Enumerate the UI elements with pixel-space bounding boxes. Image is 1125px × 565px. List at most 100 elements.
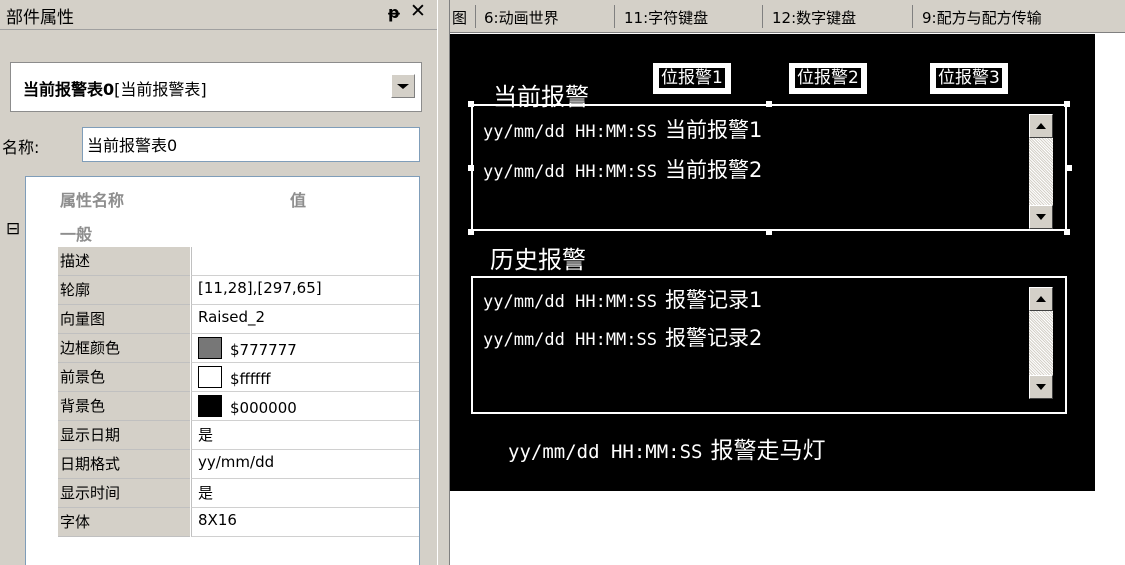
selection-handle[interactable] <box>468 229 474 235</box>
property-row[interactable]: 字体 8X16 <box>58 508 419 537</box>
tab-animation-world[interactable]: 6:动画世界 <box>484 7 559 28</box>
color-value: $777777 <box>230 341 297 359</box>
alarm-time: yy/mm/dd HH:MM:SS <box>483 122 657 142</box>
property-name: 描述 <box>58 247 190 276</box>
history-alarm-row[interactable]: yy/mm/dd HH:MM:SS 报警记录1 <box>483 284 762 314</box>
bit-alarm-label-2: 位报警2 <box>795 68 861 88</box>
bit-alarm-button-2[interactable]: 位报警2 <box>789 63 867 94</box>
property-value[interactable]: 是 <box>191 421 419 450</box>
property-value[interactable]: 8X16 <box>191 508 419 537</box>
property-row[interactable]: 日期格式 yy/mm/dd <box>58 450 419 479</box>
tab-separator <box>475 5 476 28</box>
color-swatch[interactable] <box>198 366 222 388</box>
history-alarm-table[interactable]: yy/mm/dd HH:MM:SS 报警记录1 yy/mm/dd HH:MM:SS… <box>471 276 1067 414</box>
arrow-up-icon <box>1036 123 1046 129</box>
name-field[interactable]: 当前报警表0 <box>82 127 420 162</box>
property-value[interactable] <box>191 247 419 276</box>
property-row[interactable]: 轮廓 [11,28],[297,65] <box>58 276 419 305</box>
selection-handle[interactable] <box>1064 229 1070 235</box>
tab-separator <box>762 5 763 28</box>
property-name: 向量图 <box>58 305 190 334</box>
property-row[interactable]: 背景色 $000000 <box>58 392 419 421</box>
property-row[interactable]: 前景色 $ffffff <box>58 363 419 392</box>
color-value: $000000 <box>230 399 297 417</box>
object-name: 当前报警表0 <box>23 80 115 99</box>
bit-alarm-button-3[interactable]: 位报警3 <box>930 63 1008 94</box>
property-value[interactable]: 是 <box>191 479 419 508</box>
color-swatch[interactable] <box>198 337 222 359</box>
selection-handle[interactable] <box>468 165 474 171</box>
chevron-down-icon <box>397 84 409 89</box>
property-row[interactable]: 显示时间是 <box>58 479 419 508</box>
current-alarm-row[interactable]: yy/mm/dd HH:MM:SS 当前报警2 <box>483 154 762 184</box>
tab-char-keyboard[interactable]: 11:字符键盘 <box>624 7 708 28</box>
property-name: 边框颜色 <box>58 334 190 363</box>
property-row[interactable]: 向量图 Raised_2 <box>58 305 419 334</box>
property-row[interactable]: 描述 <box>58 247 419 276</box>
property-name: 背景色 <box>58 392 190 421</box>
current-alarm-row[interactable]: yy/mm/dd HH:MM:SS 当前报警1 <box>483 114 762 144</box>
property-name: 字体 <box>58 508 190 537</box>
vertical-scrollbar[interactable] <box>1029 114 1053 229</box>
property-value[interactable]: yy/mm/dd <box>191 450 419 479</box>
column-header-name: 属性名称 <box>60 191 125 210</box>
current-alarm-table[interactable]: yy/mm/dd HH:MM:SS 当前报警1 yy/mm/dd HH:MM:SS… <box>471 104 1067 231</box>
property-row[interactable]: 显示日期是 <box>58 421 419 450</box>
scroll-down-button[interactable] <box>1029 205 1053 229</box>
color-swatch[interactable] <box>198 395 222 417</box>
property-grid: 属性名称 值 一般 描述 轮廓 [11,28],[297,65] 向量图 Raised_… <box>25 176 420 565</box>
property-name: 显示时间 <box>58 479 190 508</box>
property-value[interactable]: $777777 <box>191 334 419 363</box>
bit-alarm-label-1: 位报警1 <box>659 68 725 88</box>
selection-handle[interactable] <box>1064 101 1070 107</box>
object-type: [当前报警表] <box>114 80 207 99</box>
marquee-time: yy/mm/dd HH:MM:SS <box>508 441 703 463</box>
arrow-down-icon <box>1036 384 1046 390</box>
property-name: 显示日期 <box>58 421 190 450</box>
tab-number-keyboard[interactable]: 12:数字键盘 <box>772 7 856 28</box>
property-name: 前景色 <box>58 363 190 392</box>
arrow-up-icon <box>1036 296 1046 302</box>
bit-alarm-button-1[interactable]: 位报警1 <box>653 63 731 94</box>
selection-handle[interactable] <box>1066 165 1072 171</box>
alarm-text: 当前报警2 <box>665 158 763 182</box>
selection-handle[interactable] <box>766 101 772 107</box>
pin-icon[interactable]: ᵽ <box>388 3 400 22</box>
tab-recipe-transfer[interactable]: 9:配方与配方传输 <box>922 7 1042 28</box>
property-value[interactable]: $000000 <box>191 392 419 421</box>
selection-handle[interactable] <box>468 101 474 107</box>
panel-header: 部件属性 ᵽ ✕ <box>0 0 437 30</box>
bit-alarm-label-3: 位报警3 <box>936 68 1002 88</box>
tab-diagram[interactable]: 图 <box>452 7 467 28</box>
tab-separator <box>912 5 913 28</box>
property-row[interactable]: 边框颜色 $777777 <box>58 334 419 363</box>
scroll-up-button[interactable] <box>1029 287 1053 311</box>
dropdown-button[interactable] <box>391 74 415 98</box>
column-header-value: 值 <box>290 191 307 210</box>
property-value[interactable]: $ffffff <box>191 363 419 392</box>
alarm-text: 当前报警1 <box>665 118 763 142</box>
close-icon[interactable]: ✕ <box>410 0 426 22</box>
panel-title: 部件属性 <box>6 8 74 28</box>
panel-splitter[interactable] <box>437 0 450 565</box>
design-canvas[interactable]: 当前报警 位报警1 位报警2 位报警3 yy/mm/dd HH:MM:SS 当前报… <box>450 34 1095 491</box>
group-row-general[interactable]: 一般 <box>26 217 419 247</box>
tab-strip: 图 6:动画世界 11:字符键盘 12:数字键盘 9:配方与配方传输 <box>450 0 1125 33</box>
name-label: 名称: <box>2 138 40 157</box>
color-value: $ffffff <box>230 370 271 388</box>
scroll-down-button[interactable] <box>1029 375 1053 399</box>
alarm-marquee[interactable]: yy/mm/dd HH:MM:SS 报警走马灯 <box>508 431 825 465</box>
history-alarm-row[interactable]: yy/mm/dd HH:MM:SS 报警记录2 <box>483 322 762 352</box>
vertical-scrollbar[interactable] <box>1029 287 1053 399</box>
arrow-down-icon <box>1036 214 1046 220</box>
selection-handle[interactable] <box>766 229 772 235</box>
scroll-up-button[interactable] <box>1029 114 1053 138</box>
property-value[interactable]: Raised_2 <box>191 305 419 334</box>
property-value[interactable]: [11,28],[297,65] <box>191 276 419 305</box>
minus-box-icon: ⊟ <box>6 219 21 239</box>
property-name: 轮廓 <box>58 276 190 305</box>
collapse-toggle[interactable]: ⊟ <box>6 219 20 239</box>
object-select[interactable]: 当前报警表0[当前报警表] <box>10 62 422 112</box>
alarm-time: yy/mm/dd HH:MM:SS <box>483 162 657 182</box>
grid-header: 属性名称 值 <box>26 177 419 217</box>
